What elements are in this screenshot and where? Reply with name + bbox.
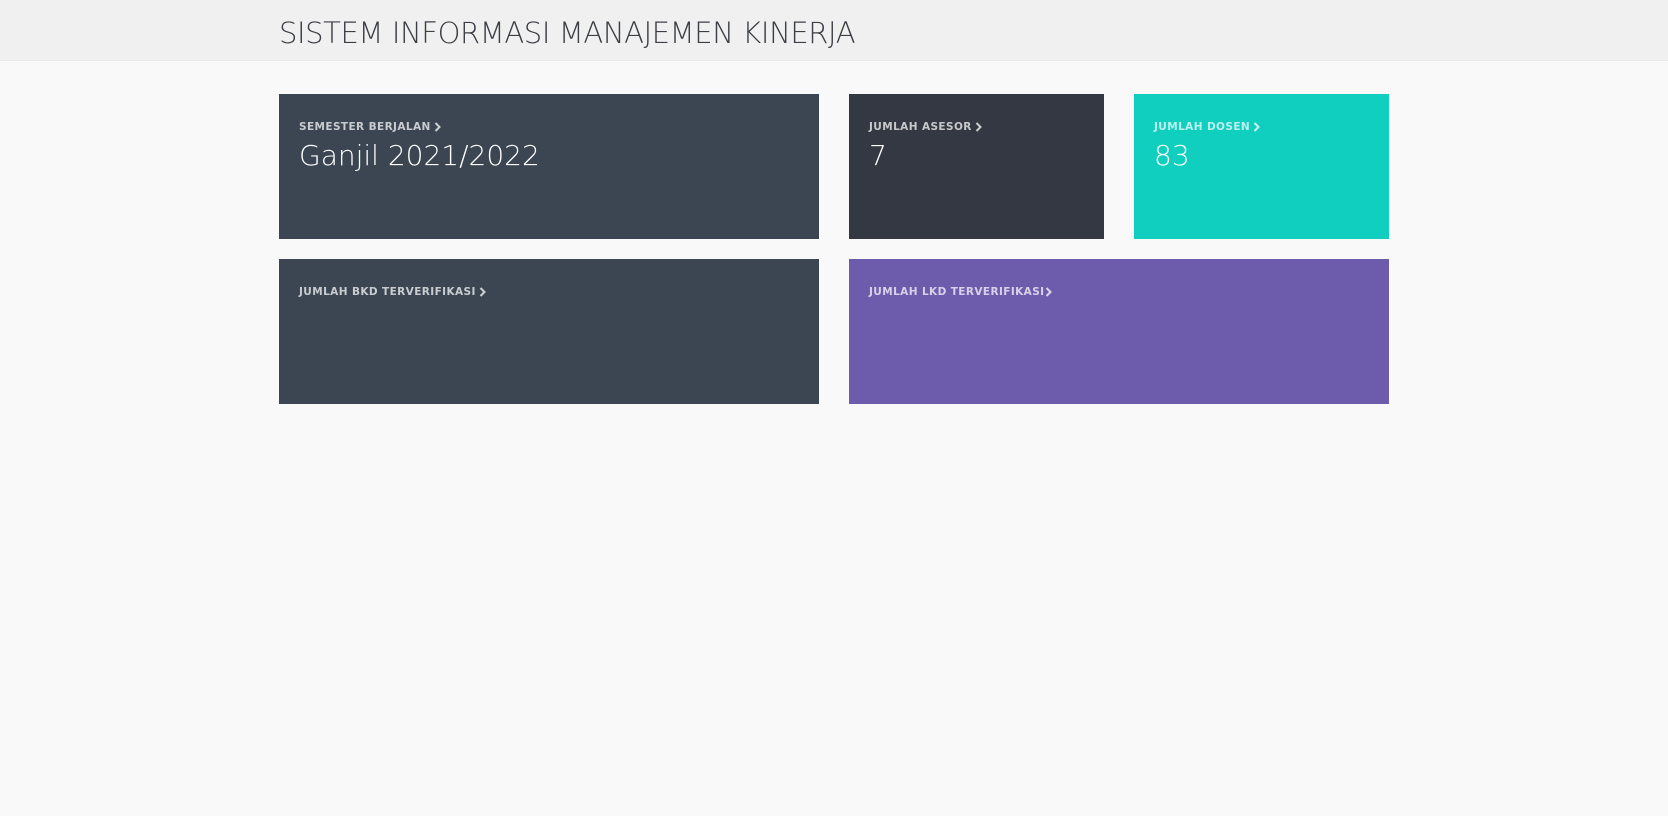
tile-label-container: JUMLAH LKD TERVERIFIKASI — [869, 285, 1053, 299]
chevron-right-icon — [975, 122, 983, 132]
jumlah-bkd-terverifikasi-label: JUMLAH BKD TERVERIFIKASI — [299, 286, 476, 298]
chevron-right-icon — [479, 287, 487, 297]
app-title: SISTEM INFORMASI MANAJEMEN KINERJA — [279, 16, 856, 50]
jumlah-bkd-terverifikasi-tile[interactable]: JUMLAH BKD TERVERIFIKASI — [279, 259, 819, 404]
jumlah-dosen-tile[interactable]: JUMLAH DOSEN 83 — [1134, 94, 1389, 239]
tile-label-container: JUMLAH ASESOR — [869, 120, 983, 134]
jumlah-lkd-terverifikasi-tile[interactable]: JUMLAH LKD TERVERIFIKASI — [849, 259, 1389, 404]
jumlah-dosen-value: 83 — [1154, 139, 1190, 172]
chevron-right-icon — [1045, 287, 1053, 297]
jumlah-lkd-terverifikasi-label: JUMLAH LKD TERVERIFIKASI — [869, 286, 1045, 298]
chevron-right-icon — [1253, 122, 1261, 132]
chevron-right-icon — [434, 122, 442, 132]
top-header: SISTEM INFORMASI MANAJEMEN KINERJA — [0, 0, 1668, 61]
semester-berjalan-value: Ganjil 2021/2022 — [299, 139, 540, 172]
tile-label-container: JUMLAH BKD TERVERIFIKASI — [299, 285, 487, 299]
jumlah-asesor-label: JUMLAH ASESOR — [869, 121, 972, 133]
tile-label-container: JUMLAH DOSEN — [1154, 120, 1261, 134]
semester-berjalan-tile[interactable]: SEMESTER BERJALAN Ganjil 2021/2022 — [279, 94, 819, 239]
semester-berjalan-label: SEMESTER BERJALAN — [299, 121, 431, 133]
tile-label-container: SEMESTER BERJALAN — [299, 120, 442, 134]
jumlah-asesor-value: 7 — [869, 139, 887, 172]
jumlah-asesor-tile[interactable]: JUMLAH ASESOR 7 — [849, 94, 1104, 239]
jumlah-dosen-label: JUMLAH DOSEN — [1154, 121, 1251, 133]
